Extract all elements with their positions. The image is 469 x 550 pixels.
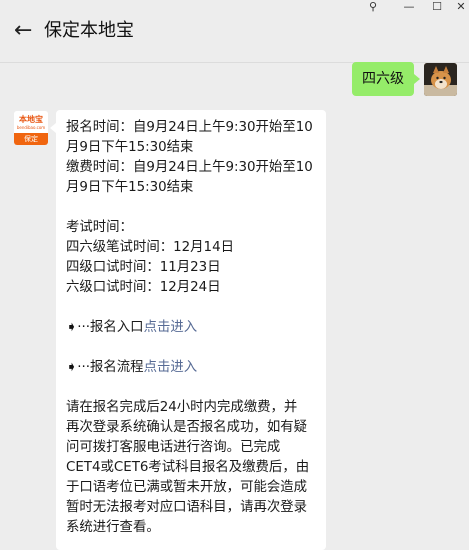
cet4-oral-exam-time: 四级口试时间：11月23日 — [66, 260, 221, 275]
user-message-text: 四六级 — [362, 71, 404, 87]
registration-entry-label: 报名入口 — [90, 320, 144, 335]
user-message-bubble[interactable]: 四六级 — [352, 62, 420, 96]
notice-line: 问可拨打客服电话进行咨询。已完成 — [66, 440, 281, 455]
registration-flow-line: ➧···报名流程点击进入 — [66, 358, 324, 378]
written-exam-time: 四六级笔试时间：12月14日 — [66, 240, 234, 255]
registration-entry-link[interactable]: 点击进入 — [144, 320, 198, 335]
notice-line: 暂时无法报考对应口语科目，请再次登录 — [66, 500, 308, 515]
bot-message-bubble[interactable]: 报名时间：自9月24日上午9:30开始至10 月9日下午15:30结束 缴费时间… — [50, 110, 326, 550]
exam-time-heading: 考试时间： — [66, 220, 133, 235]
maximize-button[interactable]: ☐ — [426, 0, 448, 14]
arrow-icon: ➧··· — [66, 320, 90, 335]
bot-logo-city: 保定 — [14, 133, 48, 145]
notice-line: 于口语考位已满或暂未开放，可能会造成 — [66, 480, 308, 495]
notice-line: 再次登录系统确认是否报名成功，如有疑 — [66, 420, 308, 435]
minimize-button[interactable]: — — [398, 0, 420, 14]
back-arrow-icon[interactable]: ← — [14, 20, 36, 42]
arrow-icon: ➧··· — [66, 360, 90, 375]
bot-logo-url: bendibao.com — [16, 125, 46, 130]
registration-flow-label: 报名流程 — [90, 360, 144, 375]
notice-line: 请在报名完成后24小时内完成缴费，并 — [66, 400, 298, 415]
cet6-oral-exam-time: 六级口试时间：12月24日 — [66, 280, 221, 295]
notice-line: CET4或CET6考试科目报名及缴费后，由 — [66, 460, 310, 475]
bot-avatar[interactable]: 本地宝 bendibao.com 保定 — [14, 111, 48, 145]
registration-time-line2: 月9日下午15:30结束 — [66, 140, 194, 155]
bot-logo-text: 本地宝 — [19, 115, 43, 124]
user-avatar[interactable] — [424, 63, 457, 96]
title-bar: ⚲ — ☐ ✕ ← 保定本地宝 — [0, 0, 469, 62]
payment-time-line1: 缴费时间：自9月24日上午9:30开始至10 — [66, 160, 313, 175]
payment-time-line2: 月9日下午15:30结束 — [66, 180, 194, 195]
pin-icon[interactable]: ⚲ — [362, 0, 384, 14]
dog-avatar-image — [424, 63, 457, 96]
chat-title: 保定本地宝 — [44, 20, 134, 41]
close-button[interactable]: ✕ — [450, 0, 469, 14]
registration-flow-link[interactable]: 点击进入 — [144, 360, 198, 375]
bot-message-content: 报名时间：自9月24日上午9:30开始至10 月9日下午15:30结束 缴费时间… — [66, 118, 324, 538]
registration-time-line1: 报名时间：自9月24日上午9:30开始至10 — [66, 120, 313, 135]
notice-line: 系统进行查看。 — [66, 520, 160, 535]
registration-entry-line: ➧···报名入口点击进入 — [66, 318, 324, 338]
